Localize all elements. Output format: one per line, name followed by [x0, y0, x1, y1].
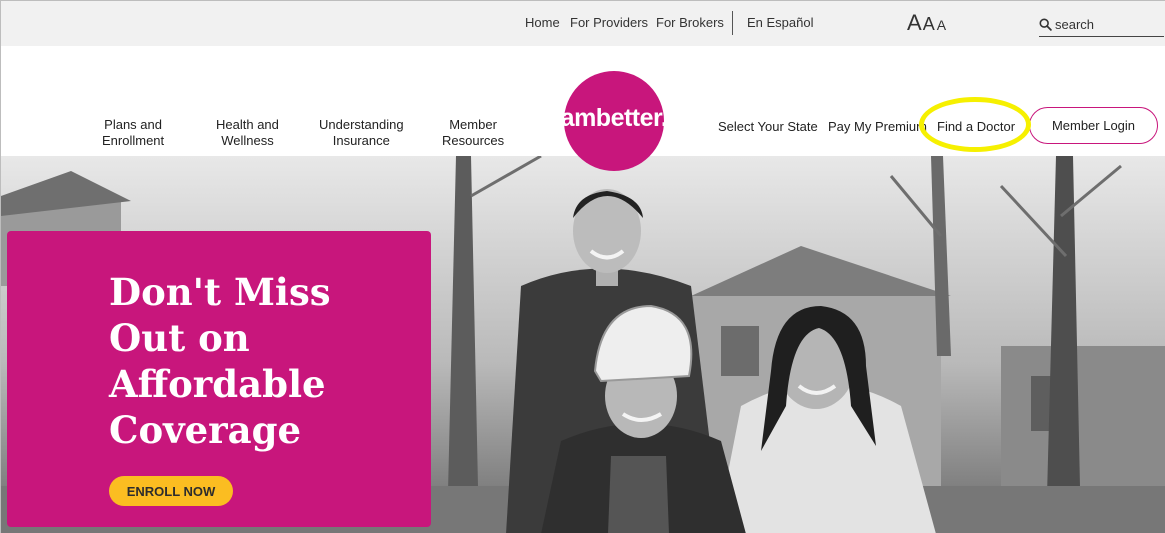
text-size-large-button[interactable]: A — [907, 10, 922, 36]
nav-plans-and-enrollment[interactable]: Plans and Enrollment — [102, 117, 164, 149]
nav-find-a-doctor[interactable]: Find a Doctor — [937, 119, 1015, 135]
enroll-now-button[interactable]: ENROLL NOW — [109, 476, 233, 506]
search-input[interactable] — [1055, 17, 1160, 32]
nav-understanding-insurance[interactable]: Understanding Insurance — [319, 117, 404, 149]
ambetter-logo[interactable]: ambetter. — [561, 71, 668, 171]
for-brokers-link[interactable]: For Brokers — [656, 15, 724, 30]
nav-select-your-state[interactable]: Select Your State — [718, 119, 818, 135]
search-icon[interactable] — [1039, 18, 1052, 31]
utility-divider — [732, 11, 733, 35]
text-size-medium-button[interactable]: A — [923, 14, 935, 35]
hero-headline: Don't Miss Out on Affordable Coverage — [109, 270, 331, 452]
search-box — [1039, 13, 1164, 37]
hero-banner: Don't Miss Out on Affordable Coverage EN… — [1, 156, 1165, 533]
text-size-small-button[interactable]: A — [937, 17, 946, 33]
text-size-controls: AA A — [907, 10, 946, 36]
nav-health-and-wellness[interactable]: Health and Wellness — [216, 117, 279, 149]
member-login-button[interactable]: Member Login — [1029, 107, 1158, 144]
logo-wordmark: ambetter. — [560, 103, 668, 132]
espanol-link[interactable]: En Español — [747, 15, 814, 30]
for-providers-link[interactable]: For Providers — [570, 15, 648, 30]
promo-card: Don't Miss Out on Affordable Coverage EN… — [7, 231, 431, 527]
utility-bar: Home For Providers For Brokers En Españo… — [1, 1, 1165, 46]
nav-member-resources[interactable]: Member Resources — [442, 117, 504, 149]
ambetter-homepage: Home For Providers For Brokers En Españo… — [0, 0, 1165, 533]
nav-pay-my-premium[interactable]: Pay My Premium — [828, 119, 927, 135]
home-link[interactable]: Home — [525, 15, 560, 30]
